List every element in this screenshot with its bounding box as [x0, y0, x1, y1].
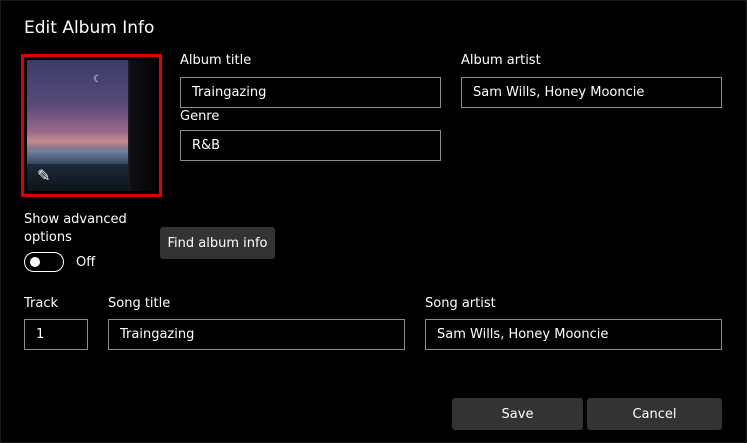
moon-icon: ☾ [93, 74, 102, 85]
album-title-input[interactable] [180, 77, 441, 108]
song-title-input[interactable] [108, 319, 405, 350]
song-artist-input[interactable] [425, 319, 722, 350]
save-button[interactable]: Save [452, 398, 583, 430]
art-window-frame [130, 60, 156, 191]
advanced-options-label: Show advanced options [24, 212, 127, 245]
song-title-label: Song title [108, 296, 171, 311]
cancel-button[interactable]: Cancel [587, 398, 722, 430]
toggle-state-label: Off [76, 255, 96, 270]
album-artist-input[interactable] [461, 77, 722, 108]
genre-label: Genre [180, 109, 220, 124]
album-artist-label: Album artist [461, 53, 541, 68]
advanced-options-toggle[interactable] [24, 252, 64, 272]
album-title-label: Album title [180, 53, 252, 68]
track-number-input[interactable] [24, 319, 88, 350]
track-label: Track [24, 296, 59, 311]
genre-input[interactable] [180, 130, 441, 161]
album-art-button[interactable]: ☾ ✎ [21, 54, 162, 197]
dialog-title: Edit Album Info [24, 18, 155, 38]
toggle-knob [30, 257, 40, 267]
album-art-image: ☾ ✎ [27, 60, 156, 191]
pencil-icon: ✎ [37, 166, 51, 185]
song-artist-label: Song artist [425, 296, 496, 311]
find-album-info-button[interactable]: Find album info [160, 227, 275, 259]
art-water [27, 150, 137, 164]
